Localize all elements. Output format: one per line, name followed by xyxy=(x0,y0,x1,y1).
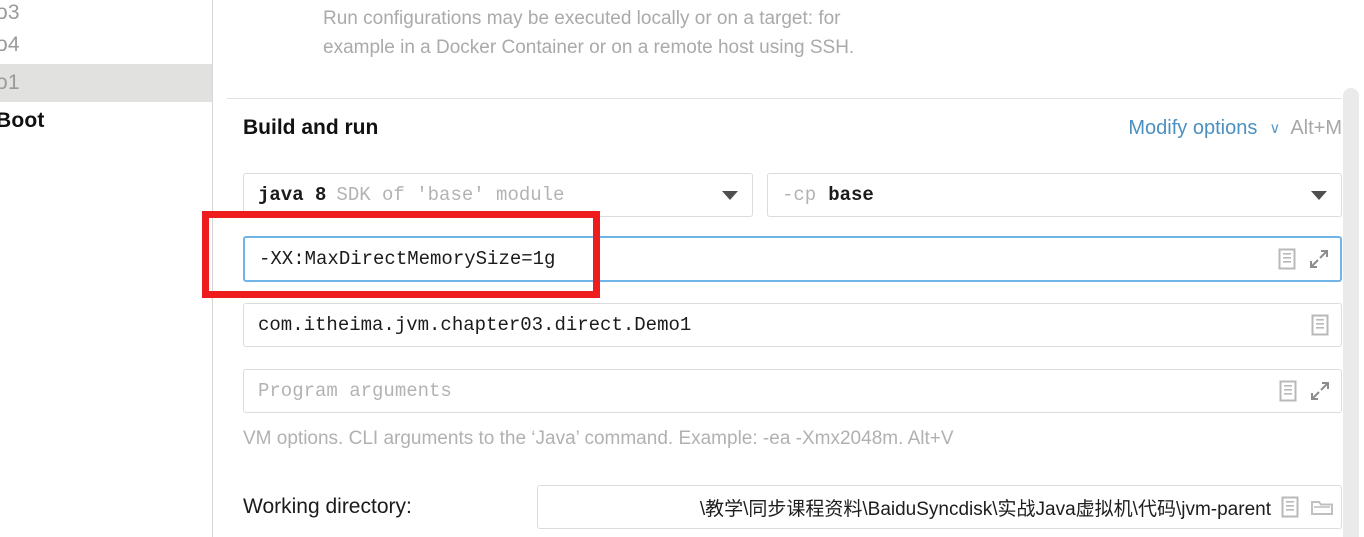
working-directory-label: Working directory: xyxy=(243,495,412,518)
vm-options-row: -XX:MaxDirectMemorySize=1g xyxy=(243,236,1342,282)
chevron-down-icon[interactable]: ∨ xyxy=(1269,121,1280,136)
vm-options-field[interactable]: -XX:MaxDirectMemorySize=1g xyxy=(243,236,1342,282)
sidebar-item-o1[interactable]: o1 xyxy=(0,64,212,102)
sdk-select[interactable]: java 8 SDK of 'base' module xyxy=(243,173,753,217)
sidebar-item-o4[interactable]: o4 xyxy=(0,26,212,64)
classpath-value: base xyxy=(828,184,874,206)
sidebar-item-boot[interactable]: Boot xyxy=(0,102,212,140)
chevron-down-icon[interactable] xyxy=(722,190,738,200)
main-class-field[interactable]: com.itheima.jvm.chapter03.direct.Demo1 xyxy=(243,303,1342,347)
sidebar-item-o3[interactable]: o3 xyxy=(0,0,212,26)
sidebar-item-label: Boot xyxy=(0,109,45,132)
classpath-prefix: -cp xyxy=(782,184,817,206)
main-class-value: com.itheima.jvm.chapter03.direct.Demo1 xyxy=(258,314,692,336)
sdk-detail: SDK of 'base' module xyxy=(336,184,565,206)
classpath-select[interactable]: -cp base xyxy=(767,173,1342,217)
scrollbar-thumb[interactable] xyxy=(1343,88,1359,537)
list-icon[interactable] xyxy=(1274,246,1300,272)
configuration-panel: Run configurations may be executed local… xyxy=(213,0,1364,537)
modify-options-link[interactable]: Modify options xyxy=(1128,117,1257,140)
description-line-2: example in a Docker Container or on a re… xyxy=(323,37,855,58)
description-line-1: Run configurations may be executed local… xyxy=(323,8,841,29)
program-arguments-field[interactable]: Program arguments xyxy=(243,369,1342,413)
sidebar-item-label: o4 xyxy=(0,33,20,56)
sidebar-item-label: o3 xyxy=(0,1,20,24)
configurations-sidebar[interactable]: o3 o4 o1 Boot xyxy=(0,0,213,537)
panel-description: Run configurations may be executed local… xyxy=(213,0,1043,62)
main-class-row: com.itheima.jvm.chapter03.direct.Demo1 xyxy=(243,303,1342,347)
working-directory-value: \教学\同步课程资料\BaiduSyncdisk\实战Java虚拟机\代码\jv… xyxy=(699,498,1271,520)
header-actions: Modify options ∨ Alt+M xyxy=(1128,117,1342,140)
section-title: Build and run xyxy=(243,116,379,139)
vm-options-value: -XX:MaxDirectMemorySize=1g xyxy=(259,248,556,270)
expand-icon[interactable] xyxy=(1307,378,1333,404)
sdk-and-classpath-row: java 8 SDK of 'base' module -cp base xyxy=(243,173,1342,217)
vm-options-hint: VM options. CLI arguments to the ‘Java’ … xyxy=(243,428,954,449)
chevron-down-icon[interactable] xyxy=(1311,190,1327,200)
working-directory-field[interactable]: \教学\同步课程资料\BaiduSyncdisk\实战Java虚拟机\代码\jv… xyxy=(537,485,1342,529)
list-icon[interactable] xyxy=(1277,494,1303,520)
list-icon[interactable] xyxy=(1275,378,1301,404)
expand-icon[interactable] xyxy=(1306,246,1332,272)
sidebar-item-label: o1 xyxy=(0,71,20,94)
folder-icon[interactable] xyxy=(1309,494,1335,520)
list-icon[interactable] xyxy=(1307,312,1333,338)
sdk-value: java 8 xyxy=(258,184,327,206)
section-divider xyxy=(227,98,1342,99)
build-and-run-header: Build and run Modify options ∨ Alt+M xyxy=(243,116,1342,140)
working-directory-row: Working directory: \教学\同步课程资料\BaiduSyncd… xyxy=(243,485,1342,529)
modify-options-shortcut: Alt+M xyxy=(1290,116,1342,139)
vertical-scrollbar[interactable] xyxy=(1343,88,1359,537)
program-arguments-row: Program arguments xyxy=(243,369,1342,413)
program-arguments-placeholder: Program arguments xyxy=(258,380,452,402)
